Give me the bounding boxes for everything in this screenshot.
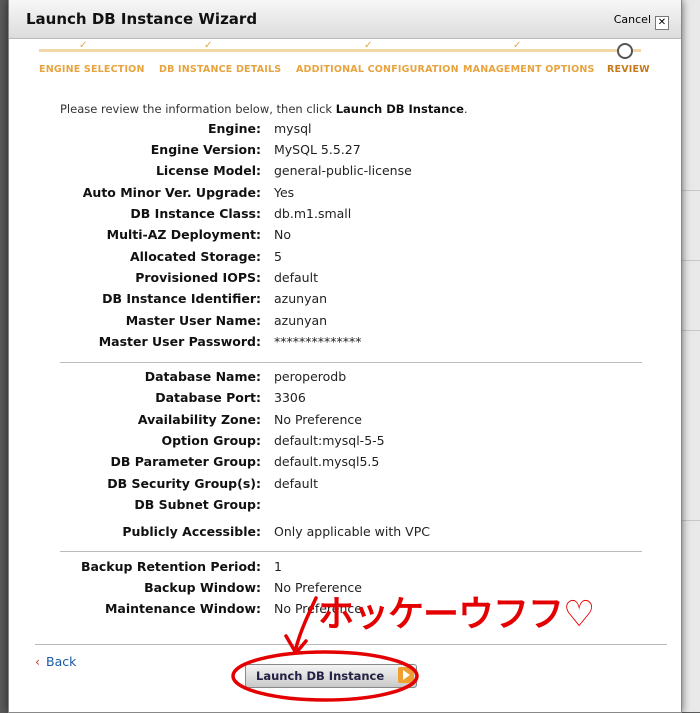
- highlight-circle: [231, 650, 419, 702]
- handwritten-annotation: ホッケーウフフ♡: [318, 594, 595, 635]
